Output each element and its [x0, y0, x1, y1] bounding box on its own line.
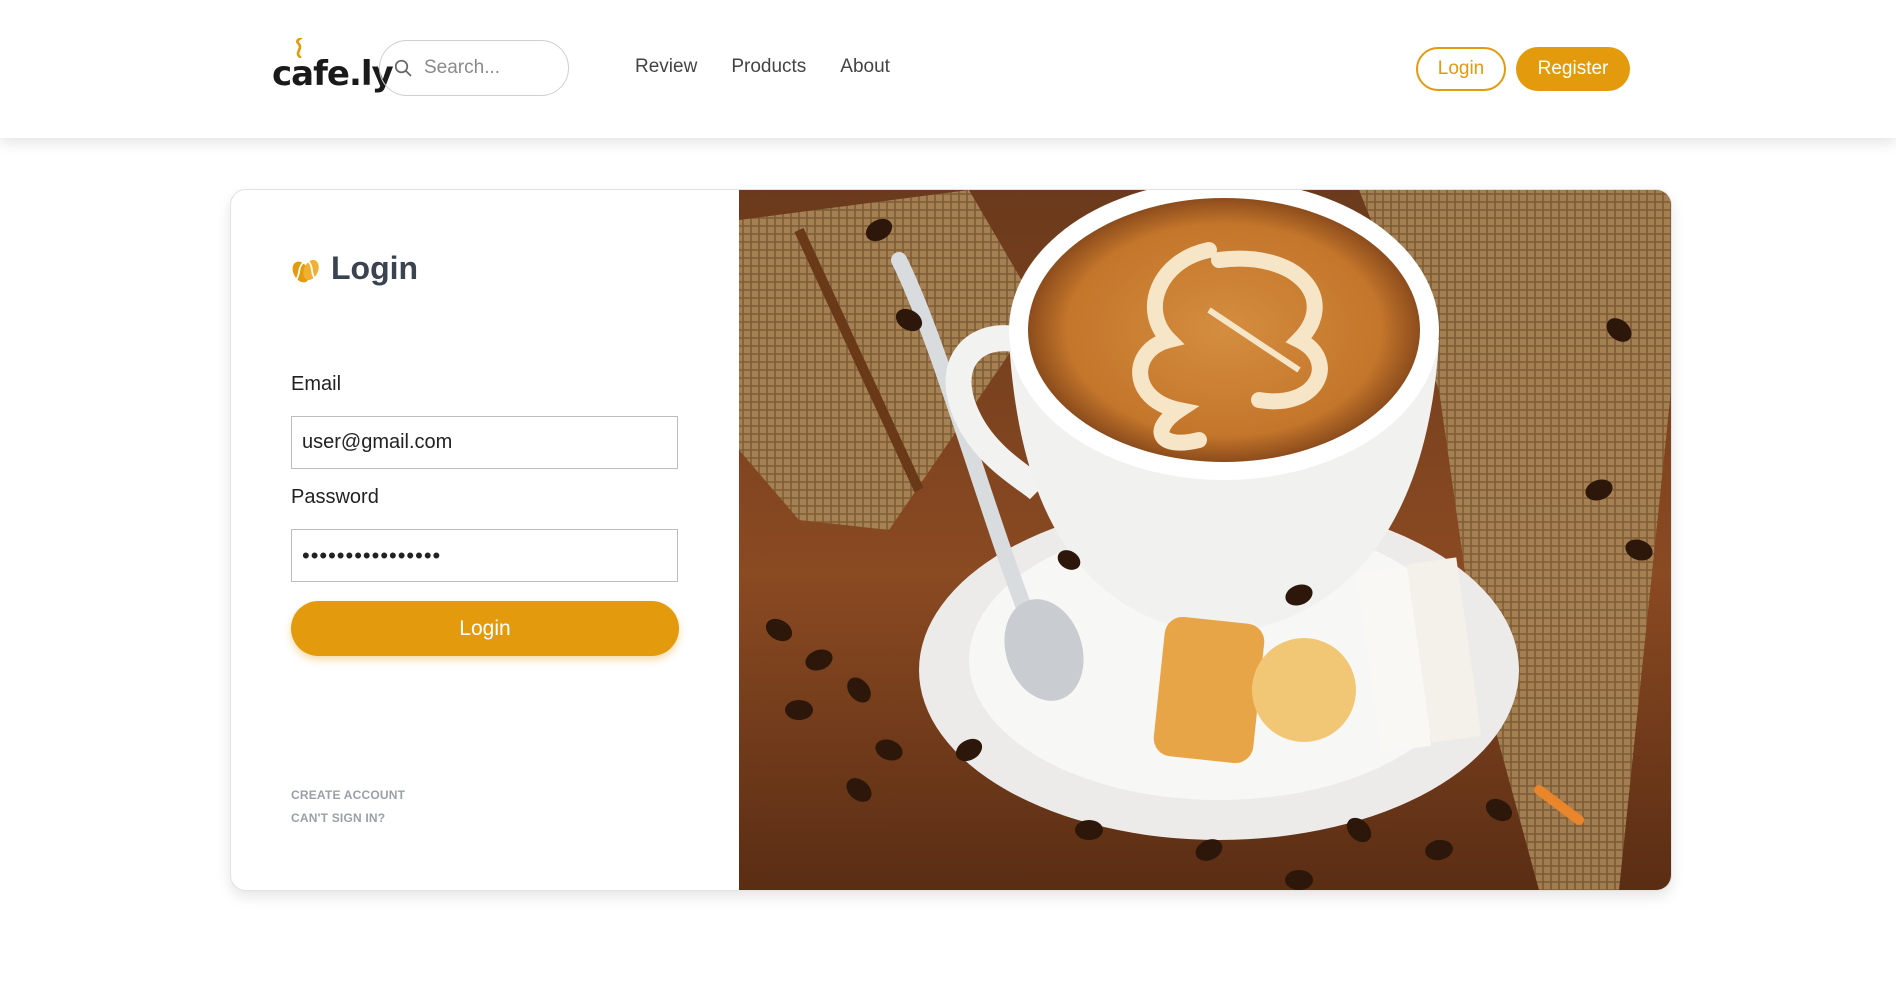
create-account-link[interactable]: CREATE ACCOUNT [291, 788, 405, 802]
search-input[interactable] [422, 56, 556, 80]
coffee-beans-icon [292, 259, 319, 282]
login-card: Login Email Password Login CREATE ACCOUN… [230, 189, 1672, 891]
cant-sign-in-link[interactable]: CAN'T SIGN IN? [291, 811, 385, 825]
login-title: Login [291, 250, 418, 287]
password-field[interactable] [291, 529, 678, 582]
main-nav: Review Products About [635, 56, 890, 78]
email-label: Email [291, 373, 342, 395]
email-field[interactable] [291, 416, 678, 469]
coffee-cup-illustration [739, 190, 1671, 890]
password-label: Password [291, 486, 379, 508]
coffee-photo [739, 190, 1671, 890]
steam-icon [296, 38, 303, 58]
header-register-button[interactable]: Register [1516, 47, 1630, 91]
search-box[interactable] [379, 40, 569, 96]
search-icon [394, 59, 412, 77]
login-title-text: Login [331, 250, 419, 286]
nav-products-link[interactable]: Products [731, 56, 806, 78]
logo[interactable]: cafe.ly [272, 38, 394, 94]
logo-text: cafe.ly [272, 54, 394, 94]
nav-review-link[interactable]: Review [635, 56, 697, 78]
site-header: cafe.ly Review Products About Login Regi… [0, 0, 1896, 138]
login-panel: Login Email Password Login CREATE ACCOUN… [231, 190, 739, 890]
nav-about-link[interactable]: About [840, 56, 890, 78]
login-submit-button[interactable]: Login [291, 601, 679, 656]
header-login-button[interactable]: Login [1416, 47, 1506, 91]
